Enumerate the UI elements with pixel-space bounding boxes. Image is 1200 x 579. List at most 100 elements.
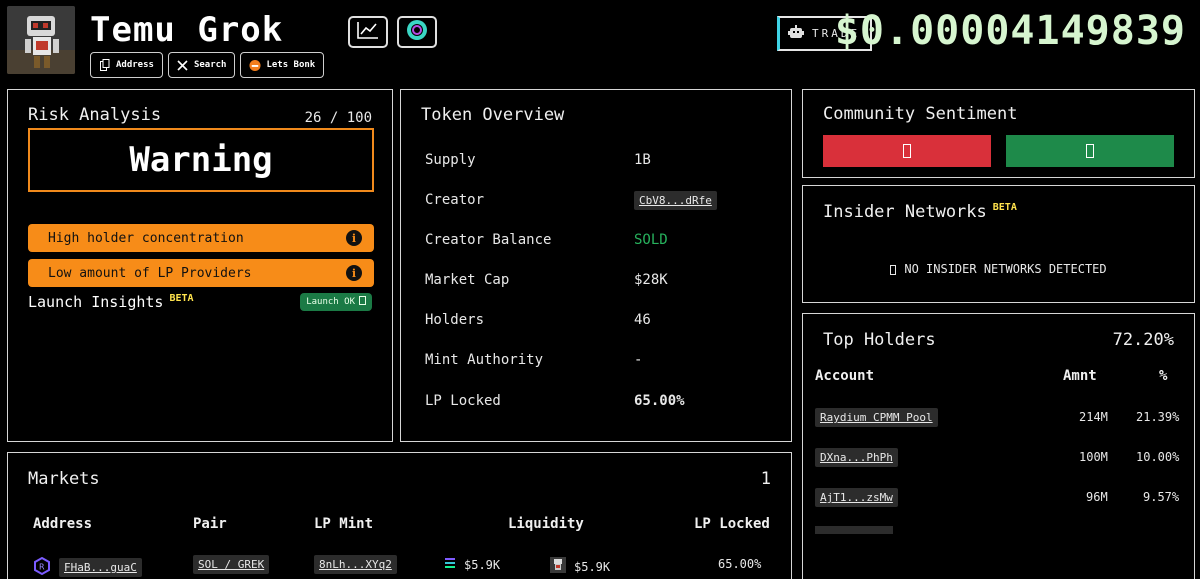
token-icon <box>550 557 566 576</box>
token-name: Temu Grok <box>90 10 284 50</box>
market-liquidity-a: $5.9K <box>444 557 500 572</box>
overview-value-creator[interactable]: CbV8...dRfe <box>634 191 717 210</box>
market-pair-link[interactable]: SOL / GREK <box>193 555 270 574</box>
risk-score: 26 / 100 <box>304 110 372 126</box>
holder-percent: 9.57% <box>1143 490 1180 504</box>
thumbs-up-icon <box>1086 144 1094 158</box>
insider-networks-title: Insider Networks BETA <box>823 202 1017 222</box>
table-row[interactable]: Raydium CPMM Pool <box>815 408 938 427</box>
top-holders-title: Top Holders <box>823 330 936 350</box>
search-chip-label: Search <box>193 60 227 70</box>
holder-percent: 10.00% <box>1136 450 1180 464</box>
overview-label-creator: Creator <box>425 192 485 208</box>
overview-label-holders: Holders <box>425 312 485 328</box>
creator-address-link[interactable]: CbV8...dRfe <box>634 191 717 210</box>
holder-account-link[interactable]: AjT1...zsMw <box>815 488 898 507</box>
risk-level: Warning <box>129 140 273 180</box>
holder-amount: 100M <box>1079 450 1108 464</box>
launch-ok-badge[interactable]: Launch OK <box>300 293 372 311</box>
copy-icon <box>99 59 111 71</box>
liquidity-a-value: $5.9K <box>464 557 501 572</box>
market-lp-mint-cell[interactable]: 8nLh...XYq2 <box>314 555 397 574</box>
lets-bonk-chip-label: Lets Bonk <box>266 60 316 70</box>
token-overview-panel: Token Overview Supply 1B Creator CbV8...… <box>400 89 792 442</box>
launch-insights-text: Launch Insights <box>28 293 164 311</box>
markets-count: 1 <box>760 469 771 489</box>
market-lp-locked: 65.00% <box>718 557 762 571</box>
column-header-lp-locked: LP Locked <box>694 516 770 532</box>
check-icon <box>359 296 366 308</box>
table-row[interactable]: R FHaB...guaC <box>33 556 142 578</box>
address-chip-label: Address <box>116 60 154 70</box>
market-pair-cell[interactable]: SOL / GREK <box>193 555 270 574</box>
overview-label-supply: Supply <box>425 152 476 168</box>
dex-button[interactable] <box>397 16 437 48</box>
thumbs-down-button[interactable] <box>823 135 991 167</box>
insider-networks-message: NO INSIDER NETWORKS DETECTED <box>803 262 1194 276</box>
address-chip[interactable]: Address <box>90 52 163 78</box>
beta-badge: BETA <box>992 202 1017 214</box>
column-header-liquidity: Liquidity <box>508 516 584 532</box>
svg-text:R: R <box>39 563 45 572</box>
holder-amount: 214M <box>1079 410 1108 424</box>
info-icon[interactable]: i <box>346 265 362 281</box>
token-price: $0.00004149839 <box>834 8 1186 54</box>
community-sentiment-panel: Community Sentiment <box>802 89 1195 178</box>
liquidity-b-value: $5.9K <box>574 559 611 574</box>
token-overview-title: Token Overview <box>421 105 565 125</box>
thumbs-up-button[interactable] <box>1006 135 1174 167</box>
top-holders-total: 72.20% <box>1112 330 1174 350</box>
raydium-icon: R <box>33 556 51 578</box>
overview-label-market-cap: Market Cap <box>425 272 510 288</box>
shield-icon <box>890 264 897 275</box>
risk-item-label: Low amount of LP Providers <box>48 265 252 281</box>
insider-networks-panel: Insider Networks BETA NO INSIDER NETWORKS… <box>802 185 1195 303</box>
header-chip-row: Address Search Lets Bonk <box>90 52 325 78</box>
risk-item[interactable]: Low amount of LP Providers i <box>28 259 374 287</box>
insider-message-text: NO INSIDER NETWORKS DETECTED <box>904 262 1107 276</box>
solana-icon <box>444 557 456 572</box>
x-logo-icon <box>177 59 189 71</box>
holder-account-link[interactable]: Raydium CPMM Pool <box>815 408 938 427</box>
table-row[interactable]: DXna...PhPh <box>815 448 898 467</box>
column-header-amount: Amnt <box>1063 368 1097 384</box>
overview-label-mint-authority: Mint Authority <box>425 352 544 368</box>
overview-label-creator-balance: Creator Balance <box>425 232 552 248</box>
column-header-address: Address <box>33 516 93 532</box>
token-avatar <box>7 6 75 74</box>
market-liquidity-b: $5.9K <box>550 557 610 576</box>
markets-panel: Markets 1 Address Pair LP Mint Liquidity… <box>7 452 792 579</box>
launch-ok-label: Launch OK <box>306 297 355 307</box>
overview-value-creator-balance: SOLD <box>634 232 668 248</box>
holder-amount: 96M <box>1086 490 1108 504</box>
holder-account-link[interactable]: DXna...PhPh <box>815 448 898 467</box>
chart-button[interactable] <box>348 16 388 48</box>
risk-item-label: High holder concentration <box>48 230 244 246</box>
robot-icon <box>788 24 804 43</box>
overview-value-holders: 46 <box>634 312 651 328</box>
risk-analysis-title: Risk Analysis <box>28 105 162 125</box>
community-sentiment-title: Community Sentiment <box>823 104 1018 124</box>
search-chip[interactable]: Search <box>167 52 236 78</box>
overview-label-lp-locked: LP Locked <box>425 393 501 409</box>
top-holders-panel: Top Holders 72.20% Account Amnt % Raydiu… <box>802 313 1195 579</box>
thumbs-down-icon <box>903 144 911 158</box>
risk-analysis-panel: Risk Analysis 26 / 100 Warning High hold… <box>7 89 393 442</box>
overview-value-supply: 1B <box>634 152 651 168</box>
info-icon[interactable]: i <box>346 230 362 246</box>
insider-networks-title-text: Insider Networks <box>823 202 987 222</box>
market-lp-mint-link[interactable]: 8nLh...XYq2 <box>314 555 397 574</box>
overview-value-mint-authority: - <box>634 352 643 368</box>
market-address-link[interactable]: FHaB...guaC <box>59 558 142 577</box>
lets-bonk-chip[interactable]: Lets Bonk <box>240 52 325 78</box>
table-row[interactable]: AjT1...zsMw <box>815 488 898 507</box>
column-header-lp-mint: LP Mint <box>314 516 374 532</box>
chart-icon <box>357 21 379 43</box>
column-header-account: Account <box>815 368 875 384</box>
holder-percent: 21.39% <box>1136 410 1180 424</box>
dex-icon <box>406 19 428 45</box>
partial-row <box>815 526 893 534</box>
markets-title: Markets <box>28 469 100 489</box>
risk-level-box: Warning <box>28 128 374 192</box>
risk-item[interactable]: High holder concentration i <box>28 224 374 252</box>
